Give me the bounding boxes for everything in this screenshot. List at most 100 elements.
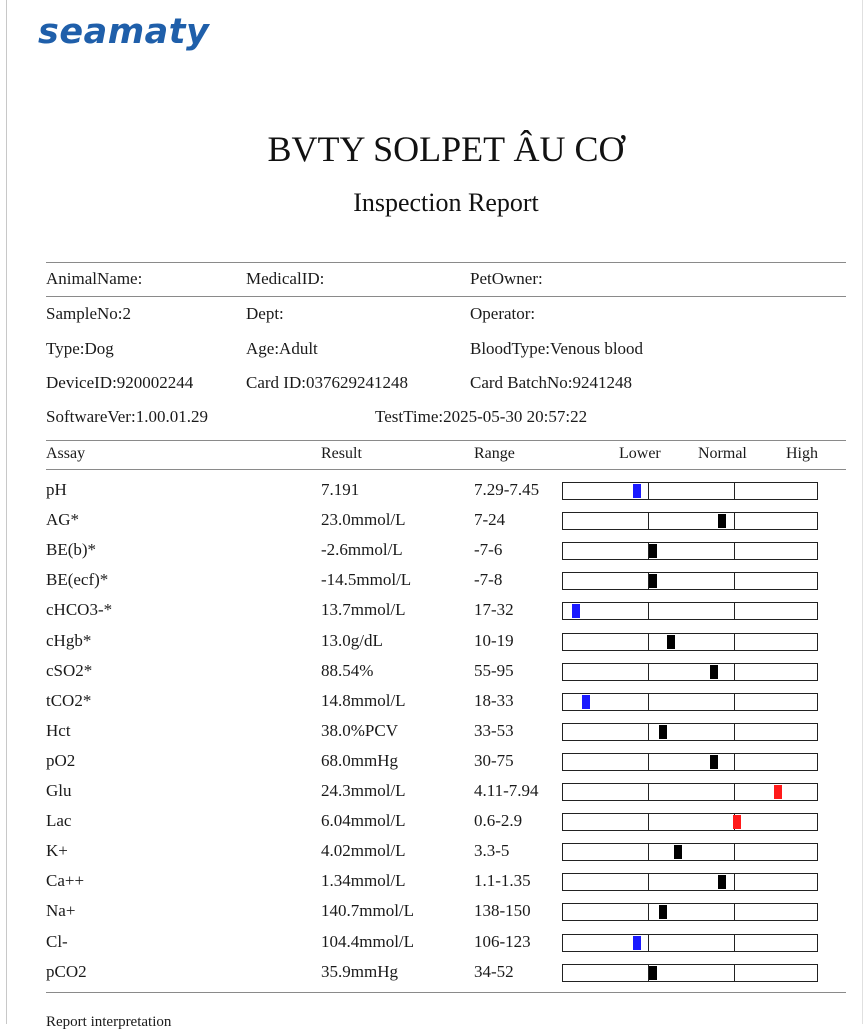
gauge-marker <box>674 845 682 859</box>
range-gauge <box>562 633 818 651</box>
gauge-divider <box>734 965 735 981</box>
range-gauge <box>562 542 818 560</box>
gauge-divider <box>734 784 735 800</box>
age-field: Age:Adult <box>246 339 318 358</box>
gauge-divider <box>648 935 649 951</box>
assay-result: 14.8mmol/L <box>321 691 406 710</box>
assay-result: 23.0mmol/L <box>321 510 406 529</box>
gauge-divider <box>734 513 735 529</box>
gauge-marker <box>710 665 718 679</box>
gauge-divider <box>648 694 649 710</box>
assay-name: Lac <box>46 811 72 830</box>
normal-header: Normal <box>698 445 747 462</box>
gauge-divider <box>734 664 735 680</box>
animal-name-field: AnimalName: <box>46 269 143 288</box>
assay-range: 33-53 <box>474 721 514 740</box>
assay-result: 13.0g/dL <box>321 631 383 650</box>
assay-name: cHgb* <box>46 631 92 650</box>
gauge-divider <box>648 844 649 860</box>
assay-result: 35.9mmHg <box>321 962 398 981</box>
gauge-marker <box>649 544 657 558</box>
gauge-divider <box>734 935 735 951</box>
assay-name: pCO2 <box>46 962 87 981</box>
gauge-divider <box>648 724 649 740</box>
gauge-marker <box>649 966 657 980</box>
gauge-divider <box>648 513 649 529</box>
assay-range: 30-75 <box>474 751 514 770</box>
divider <box>46 262 846 263</box>
assay-range: -7-6 <box>474 540 503 559</box>
gauge-divider <box>648 784 649 800</box>
assay-result: -2.6mmol/L <box>321 540 403 559</box>
range-gauge <box>562 663 818 681</box>
gauge-divider <box>734 874 735 890</box>
assay-name: Hct <box>46 721 71 740</box>
range-gauge <box>562 934 818 952</box>
assay-range: 17-32 <box>474 600 514 619</box>
card-id-field: Card ID:037629241248 <box>246 373 408 392</box>
assay-range: 34-52 <box>474 962 514 981</box>
pet-owner-field: PetOwner: <box>470 269 543 288</box>
result-header: Result <box>321 445 362 462</box>
assay-name: BE(b)* <box>46 540 97 559</box>
medical-id-field: MedicalID: <box>246 269 325 288</box>
divider <box>46 296 846 297</box>
blood-type-field: BloodType:Venous blood <box>470 339 644 358</box>
operator-field: Operator: <box>470 304 536 323</box>
gauge-marker <box>649 574 657 588</box>
gauge-marker <box>718 875 726 889</box>
gauge-divider <box>734 634 735 650</box>
assay-result: 24.3mmol/L <box>321 781 406 800</box>
assay-name: Na+ <box>46 901 76 920</box>
gauge-divider <box>734 483 735 499</box>
gauge-divider <box>648 874 649 890</box>
gauge-divider <box>648 904 649 920</box>
assay-result: 104.4mmol/L <box>321 932 415 951</box>
gauge-divider <box>648 603 649 619</box>
assay-range: 55-95 <box>474 661 514 680</box>
high-header: High <box>786 445 818 462</box>
assay-result: 38.0%PCV <box>321 721 398 740</box>
gauge-divider <box>734 694 735 710</box>
assay-name: K+ <box>46 841 68 860</box>
range-gauge <box>562 512 818 530</box>
gauge-divider <box>648 483 649 499</box>
gauge-divider <box>734 844 735 860</box>
sample-no-field: SampleNo:2 <box>46 304 131 323</box>
assay-name: Cl- <box>46 932 68 951</box>
assay-header: Assay <box>46 445 86 462</box>
assay-result: 140.7mmol/L <box>321 901 415 920</box>
lower-header: Lower <box>619 445 661 462</box>
assay-name: pO2 <box>46 751 76 770</box>
software-ver-field: SoftwareVer:1.00.01.29 <box>46 407 208 426</box>
assay-range: 106-123 <box>474 932 531 951</box>
assay-result: 4.02mmol/L <box>321 841 406 860</box>
gauge-marker <box>733 815 741 829</box>
gauge-divider <box>648 754 649 770</box>
assay-name: pH <box>46 480 67 499</box>
gauge-divider <box>734 754 735 770</box>
range-gauge <box>562 964 818 982</box>
test-time-field: TestTime:2025-05-30 20:57:22 <box>375 407 588 426</box>
assay-range: 1.1-1.35 <box>474 871 531 890</box>
assay-name: tCO2* <box>46 691 92 710</box>
range-gauge <box>562 693 818 711</box>
range-gauge <box>562 903 818 921</box>
assay-result: 1.34mmol/L <box>321 871 406 890</box>
gauge-marker <box>774 785 782 799</box>
gauge-divider <box>734 904 735 920</box>
gauge-marker <box>667 635 675 649</box>
gauge-divider <box>648 814 649 830</box>
range-gauge <box>562 813 818 831</box>
gauge-marker <box>582 695 590 709</box>
gauge-divider <box>734 724 735 740</box>
dept-field: Dept: <box>246 304 284 323</box>
device-id-field: DeviceID:920002244 <box>46 373 194 392</box>
gauge-marker <box>572 604 580 618</box>
card-batch-field: Card BatchNo:9241248 <box>470 373 632 392</box>
clinic-title: BVTY SOLPET ÂU CƠ <box>267 129 625 169</box>
type-field: Type:Dog <box>46 339 114 358</box>
assay-result: 68.0mmHg <box>321 751 398 770</box>
assay-name: cHCO3-* <box>46 600 113 619</box>
gauge-marker <box>710 755 718 769</box>
